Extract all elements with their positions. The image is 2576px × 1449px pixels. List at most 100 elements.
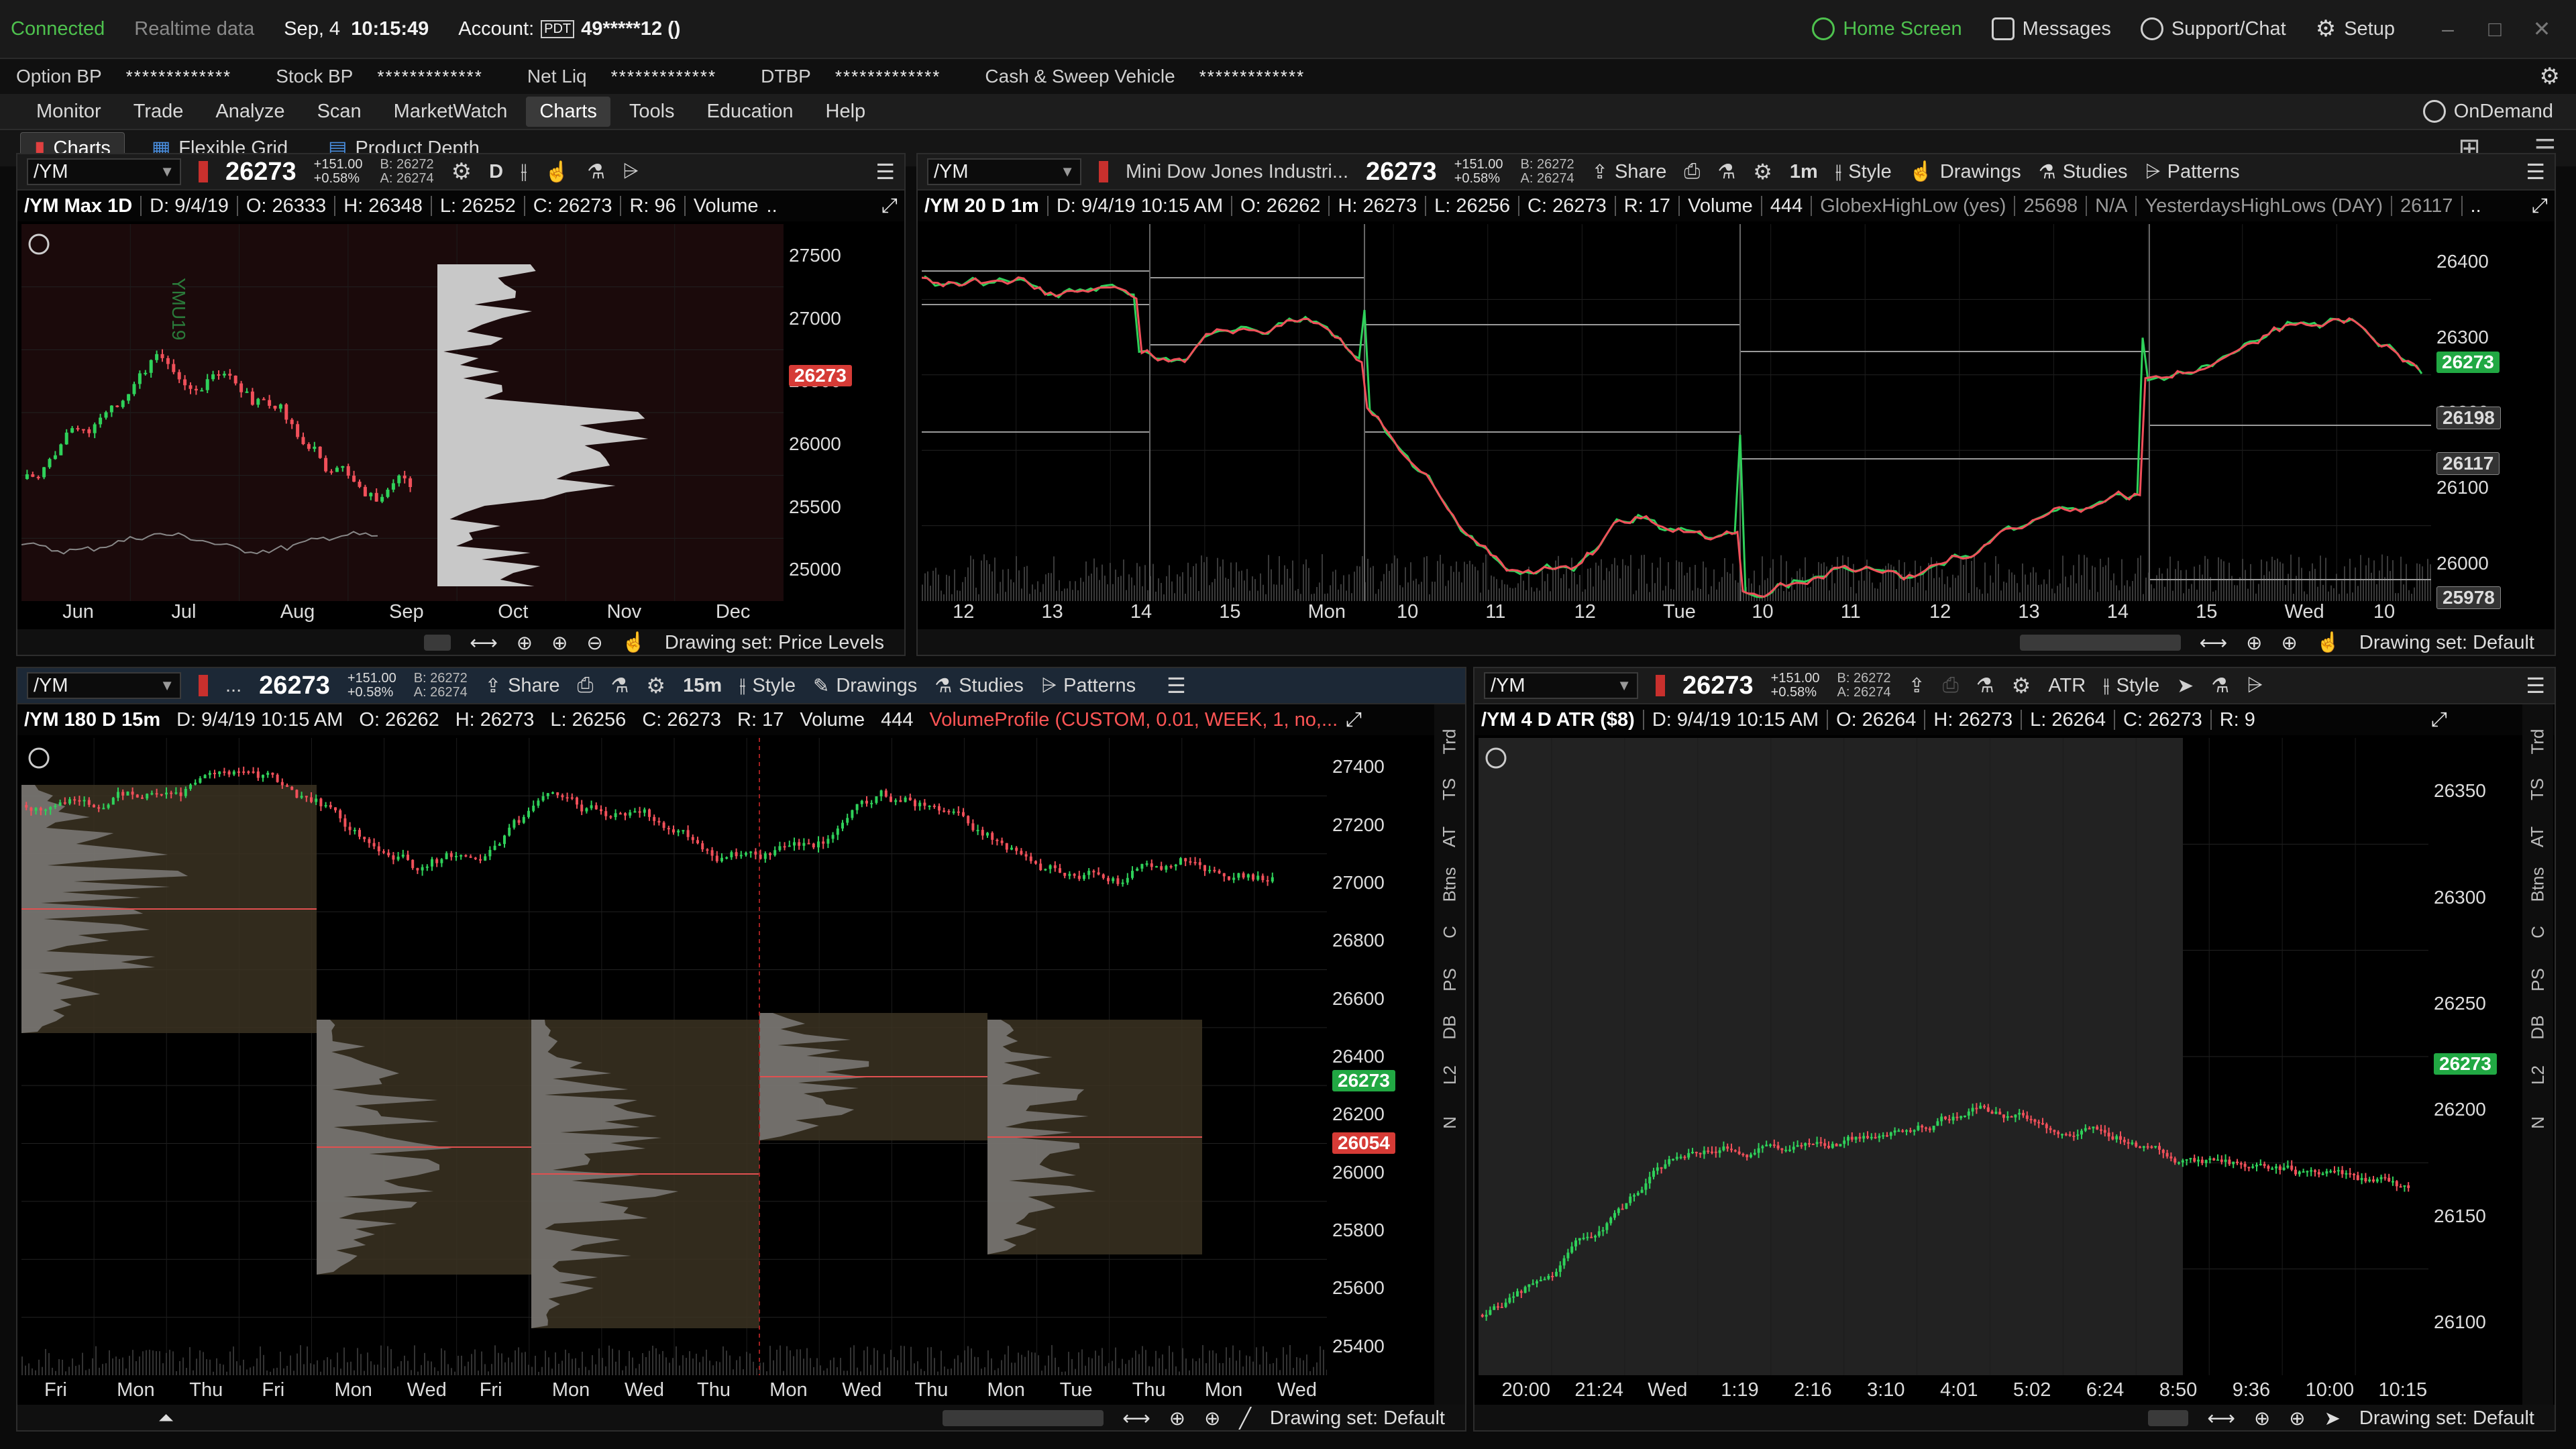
account-selector[interactable]: Account: PDT 49*****12 () (458, 18, 680, 40)
patterns-button[interactable]: ⩥ Patterns (2145, 161, 2239, 183)
share-button[interactable]: ⇪ Share (1592, 160, 1667, 184)
studies-flask-icon[interactable]: ⚗ (587, 160, 605, 184)
link-marker-icon[interactable] (1656, 675, 1665, 696)
hand-pointer-icon[interactable]: ☝ (545, 160, 570, 184)
zoom-width-icon[interactable]: ⟷ (470, 631, 498, 655)
maximize-button[interactable]: □ (2471, 9, 2518, 49)
style-button[interactable]: ⫲ Style (2103, 675, 2159, 697)
patterns-icon[interactable]: ⩥ (2247, 674, 2263, 697)
flask-icon[interactable]: ⚗ (2211, 674, 2229, 698)
panel-menu-icon[interactable]: ☰ (2526, 673, 2545, 698)
drawing-set[interactable]: Drawing set: Default (2359, 1407, 2534, 1430)
collapse-icon[interactable]: ⤢ (2532, 195, 2548, 217)
drawings-button[interactable]: ✎ Drawings (813, 674, 917, 698)
menu-trade[interactable]: Trade (120, 97, 197, 127)
sidebar-tab-btns[interactable]: Btns (1440, 867, 1460, 902)
menu-monitor[interactable]: Monitor (23, 97, 115, 127)
sidebar-tab-at[interactable]: AT (2527, 826, 2548, 847)
sidebar-tab-c[interactable]: C (2528, 926, 2548, 938)
support-chat-button[interactable]: Support/Chat (2140, 17, 2286, 40)
snapshot-icon[interactable]: ⎙ (1684, 160, 1700, 183)
share-icon[interactable]: ⇪ (1909, 674, 1925, 698)
collapse-icon[interactable]: ⤢ (1346, 708, 1362, 731)
zoom-in-icon[interactable]: ⊕ (2289, 1407, 2305, 1430)
panel-menu-icon[interactable]: ☰ (1167, 673, 1186, 698)
patterns-button[interactable]: ⩥ Patterns (1041, 675, 1136, 697)
sidebar-tab-trd[interactable]: Trd (2527, 729, 2548, 754)
crosshair-icon[interactable]: ⊕ (1169, 1407, 1185, 1430)
scrollbar[interactable] (943, 1410, 1104, 1426)
studies-flask-icon[interactable]: ⚗ (1717, 160, 1735, 184)
zoom-in-icon[interactable]: ⊕ (551, 631, 568, 655)
share-button[interactable]: ⇪ Share (485, 674, 560, 698)
crosshair-icon[interactable]: ⊕ (517, 631, 533, 655)
menu-scan[interactable]: Scan (304, 97, 375, 127)
drawing-set[interactable]: Drawing set: Default (2359, 632, 2534, 654)
panel-menu-icon[interactable]: ☰ (2526, 159, 2545, 184)
collapse-up-icon[interactable]: ⏶ (158, 1407, 174, 1430)
sidebar-tab-c[interactable]: C (1440, 926, 1460, 938)
setup-button[interactable]: ⚙ Setup (2316, 15, 2395, 42)
volume-profile-study[interactable]: VolumeProfile (CUSTOM, 0.01, WEEK, 1, no… (929, 709, 1338, 731)
minimize-button[interactable]: – (2424, 9, 2471, 49)
sidebar-tab-ts[interactable]: TS (2527, 778, 2548, 800)
sidebar-tab-n[interactable]: N (1440, 1116, 1460, 1129)
drawings-button[interactable]: ☝ Drawings (1909, 160, 2021, 183)
sidebar-tab-n[interactable]: N (2528, 1116, 2548, 1129)
settings-gear-icon[interactable]: ⚙ (2540, 63, 2560, 90)
studies-flask-icon[interactable]: ⚗ (610, 674, 629, 698)
zoom-width-icon[interactable]: ⟷ (2207, 1407, 2235, 1430)
close-button[interactable]: ✕ (2518, 9, 2565, 49)
drawing-set[interactable]: Drawing set: Price Levels (665, 632, 884, 654)
style-button[interactable]: ⫲ Style (739, 675, 796, 697)
aggregation-button[interactable]: 1m (1790, 161, 1818, 183)
zoom-width-icon[interactable]: ⟷ (2200, 631, 2228, 655)
sidebar-tab-btns[interactable]: Btns (2528, 867, 2548, 902)
crosshair-icon[interactable]: ⊕ (2254, 1407, 2270, 1430)
cursor-icon[interactable]: ➤ (2324, 1407, 2341, 1430)
scrollbar[interactable] (424, 635, 451, 651)
settings-gear-icon[interactable]: ⚙ (1753, 159, 1772, 184)
menu-tools[interactable]: Tools (616, 97, 688, 127)
settings-gear-icon[interactable]: ⚙ (2012, 673, 2031, 698)
studies-button[interactable]: ⚗ Studies (2039, 160, 2128, 184)
link-marker-icon[interactable] (199, 161, 208, 182)
sidebar-tab-at[interactable]: AT (1439, 826, 1460, 847)
zoom-in-icon[interactable]: ⊕ (1204, 1407, 1220, 1430)
sidebar-tab-l2[interactable]: L2 (1439, 1065, 1460, 1085)
scrollbar[interactable] (2148, 1410, 2189, 1426)
sidebar-tab-l2[interactable]: L2 (2527, 1065, 2548, 1085)
sidebar-tab-ps[interactable]: PS (1440, 968, 1460, 991)
messages-button[interactable]: Messages (1991, 17, 2111, 40)
sidebar-tab-ps[interactable]: PS (2528, 968, 2548, 991)
pan-hand-icon[interactable]: ☝ (622, 631, 646, 654)
style-button[interactable]: ⫲ Style (1835, 161, 1892, 183)
collapse-icon[interactable]: ⤢ (2431, 708, 2447, 731)
link-marker-icon[interactable] (1099, 161, 1108, 182)
symbol-selector[interactable]: /YM ▼ (27, 158, 181, 185)
pan-hand-icon[interactable]: ☝ (2316, 631, 2341, 654)
menu-analyze[interactable]: Analyze (202, 97, 298, 127)
ondemand-button[interactable]: OnDemand (2422, 100, 2553, 123)
scrollbar[interactable] (2019, 635, 2181, 651)
zoom-in-icon[interactable]: ⊕ (2281, 631, 2297, 655)
crosshair-icon[interactable]: ⊕ (2246, 631, 2262, 655)
studies-flask-icon[interactable]: ⚗ (1976, 674, 1994, 698)
menu-education[interactable]: Education (694, 97, 807, 127)
sidebar-tab-db[interactable]: DB (1440, 1015, 1460, 1039)
snapshot-icon[interactable]: ⎙ (577, 674, 593, 697)
menu-marketwatch[interactable]: MarketWatch (380, 97, 521, 127)
menu-charts[interactable]: Charts (526, 96, 610, 127)
settings-gear-icon[interactable]: ⚙ (646, 673, 665, 698)
symbol-selector[interactable]: /YM ▼ (927, 158, 1081, 185)
snapshot-icon[interactable]: ⎙ (1943, 674, 1959, 697)
sidebar-tab-db[interactable]: DB (2528, 1015, 2548, 1039)
zoom-width-icon[interactable]: ⟷ (1122, 1407, 1150, 1430)
home-screen-button[interactable]: Home Screen (1812, 17, 1962, 40)
link-marker-icon[interactable] (199, 675, 208, 696)
patterns-icon[interactable]: ⩥ (623, 160, 639, 183)
sidebar-tab-trd[interactable]: Trd (1439, 729, 1460, 754)
candle-style-icon[interactable]: ⫲ (521, 160, 527, 183)
cursor-icon[interactable]: ➤ (2177, 674, 2194, 698)
settings-gear-icon[interactable]: ⚙ (451, 158, 472, 185)
